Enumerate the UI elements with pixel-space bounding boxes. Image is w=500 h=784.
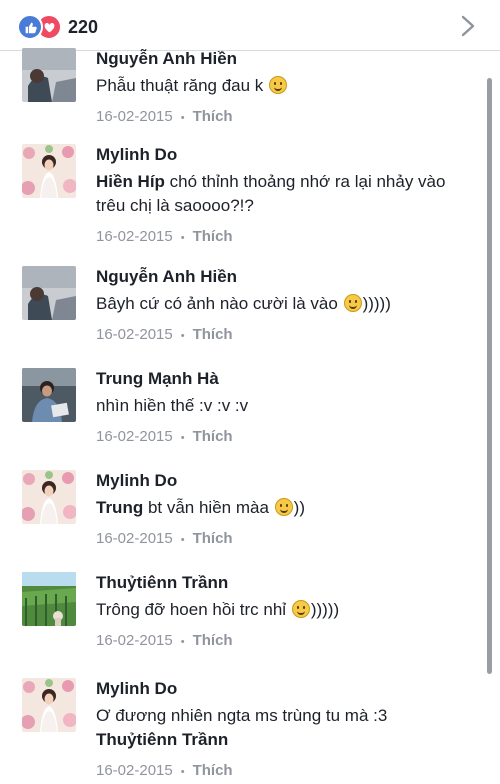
comment-text: Trông đỡ hoen hồi trc nhỉ ))))) — [96, 598, 476, 622]
comment-text: Ơ đương nhiên ngta ms trùng tu mà :3 — [96, 704, 476, 728]
reactions-summary[interactable]: 220 — [17, 14, 99, 40]
comment-text-suffix: ))))) — [362, 294, 391, 313]
smile-emoji-icon — [274, 498, 293, 516]
comment-text-content: Phẫu thuật răng đau k — [96, 76, 264, 95]
like-button[interactable]: Thích — [193, 228, 233, 245]
comment-body: Nguyễn Anh Hiền Bâyh cứ có ảnh nào cười l… — [96, 266, 476, 346]
like-button[interactable]: Thích — [193, 326, 233, 343]
comment-text-suffix: )) — [293, 498, 305, 517]
comment-text-suffix: ))))) — [310, 600, 340, 619]
comment-text: Trung bt vẫn hiền màa )) — [96, 496, 476, 520]
comment-text-content: Ơ đương nhiên ngta ms trùng tu mà :3 — [96, 706, 388, 725]
comment-meta: 16-02-2015 • Thích — [96, 427, 476, 448]
like-button[interactable]: Thích — [193, 428, 233, 445]
comment-date[interactable]: 16-02-2015 — [96, 108, 173, 125]
avatar[interactable] — [22, 144, 76, 198]
avatar[interactable] — [22, 266, 76, 320]
comment-body: Trung Mạnh Hà nhìn hiền thế :v :v :v 16-02… — [96, 368, 476, 448]
comment-body: Mylinh Do Trung bt vẫn hiền màa )) 16-02-2… — [96, 470, 476, 550]
like-button[interactable]: Thích — [193, 530, 233, 547]
comment-author[interactable]: Mylinh Do — [96, 144, 476, 166]
comment-author[interactable]: Nguyễn Anh Hiền — [96, 48, 476, 70]
meta-separator: • — [180, 766, 185, 778]
chevron-right-icon[interactable] — [458, 14, 478, 38]
like-button[interactable]: Thích — [193, 632, 233, 649]
comment-date[interactable]: 16-02-2015 — [96, 428, 173, 445]
comment-author[interactable]: Thuỷtiênn Trầnn — [96, 572, 476, 594]
comment-meta: 16-02-2015 • Thích — [96, 761, 476, 782]
mention-link[interactable]: Hiền Híp — [96, 172, 165, 191]
comment-meta: 16-02-2015 • Thích — [96, 325, 476, 346]
like-reaction-icon — [17, 14, 43, 40]
comment-text-content: bt vẫn hiền màa — [143, 498, 269, 517]
smile-emoji-icon — [291, 600, 310, 618]
reactions-bar: 220 — [0, 0, 500, 51]
avatar[interactable] — [22, 368, 76, 422]
scrollbar[interactable] — [487, 78, 492, 674]
comment-meta: 16-02-2015 • Thích — [96, 529, 476, 550]
comment-text: Bâyh cứ có ảnh nào cười là vào ))))) — [96, 292, 476, 316]
comment-meta: 16-02-2015 • Thích — [96, 107, 476, 128]
comment-author[interactable]: Mylinh Do — [96, 678, 476, 700]
comment-date[interactable]: 16-02-2015 — [96, 632, 173, 649]
comment-author[interactable]: Nguyễn Anh Hiền — [96, 266, 476, 288]
meta-separator: • — [180, 232, 185, 244]
avatar[interactable] — [22, 48, 76, 102]
meta-separator: • — [180, 636, 185, 648]
reaction-count: 220 — [68, 16, 99, 37]
comment-date[interactable]: 16-02-2015 — [96, 530, 173, 547]
comment-author[interactable]: Trung Mạnh Hà — [96, 368, 476, 390]
meta-separator: • — [180, 534, 185, 546]
comment-text-content: Bâyh cứ có ảnh nào cười là vào — [96, 294, 338, 313]
comment-date[interactable]: 16-02-2015 — [96, 326, 173, 343]
laugh-emoji-icon — [269, 76, 288, 94]
like-button[interactable]: Thích — [193, 108, 233, 125]
smile-emoji-icon — [343, 294, 362, 312]
meta-separator: • — [180, 112, 185, 124]
meta-separator: • — [180, 432, 185, 444]
comment-text: Hiền Híp chó thỉnh thoảng nhớ ra lại nhả… — [96, 170, 476, 218]
mention-link[interactable]: Thuỷtiênn Trầnn — [96, 728, 476, 752]
comment-body: Thuỷtiênn Trầnn Trông đỡ hoen hồi trc nhỉ… — [96, 572, 476, 652]
avatar[interactable] — [22, 572, 76, 626]
mention-link[interactable]: Trung — [96, 498, 143, 517]
comment-meta: 16-02-2015 • Thích — [96, 227, 476, 248]
comment-text: nhìn hiền thế :v :v :v — [96, 394, 476, 418]
comment-date[interactable]: 16-02-2015 — [96, 228, 173, 245]
comment-meta: 16-02-2015 • Thích — [96, 631, 476, 652]
comment-text-content: nhìn hiền thế :v :v :v — [96, 396, 249, 415]
comment-body: Mylinh Do Hiền Híp chó thỉnh thoảng nhớ r… — [96, 144, 476, 248]
comment-body: Mylinh Do Ơ đương nhiên ngta ms trùng tu … — [96, 678, 476, 782]
avatar[interactable] — [22, 678, 76, 732]
avatar[interactable] — [22, 470, 76, 524]
meta-separator: • — [180, 330, 185, 342]
comment-text-content: Trông đỡ hoen hồi trc nhỉ — [96, 600, 287, 619]
like-button[interactable]: Thích — [193, 762, 233, 779]
comment-author[interactable]: Mylinh Do — [96, 470, 476, 492]
comment-text: Phẫu thuật răng đau k — [96, 74, 476, 98]
comment-date[interactable]: 16-02-2015 — [96, 762, 173, 779]
comment-body: Nguyễn Anh Hiền Phẫu thuật răng đau k 16-… — [96, 48, 476, 128]
